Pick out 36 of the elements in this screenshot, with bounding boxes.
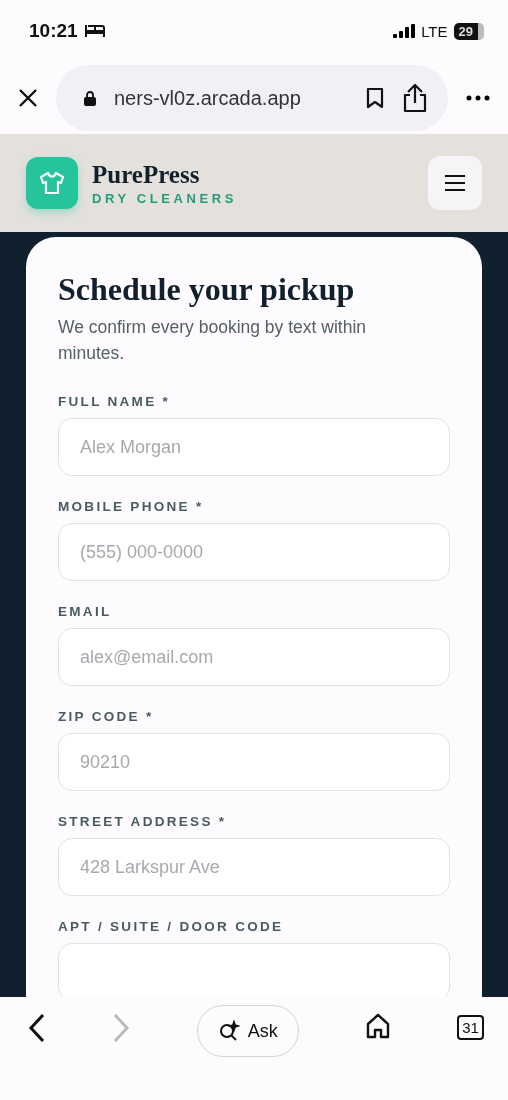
tabs-button[interactable]: 31 bbox=[457, 1015, 484, 1040]
battery-indicator: 29 bbox=[453, 22, 484, 40]
menu-button[interactable] bbox=[428, 156, 482, 210]
field-label: ZIP CODE * bbox=[58, 709, 155, 724]
field-label: STREET ADDRESS * bbox=[58, 814, 228, 829]
close-icon[interactable] bbox=[18, 88, 38, 108]
home-icon[interactable] bbox=[364, 1013, 391, 1039]
field-label: APT / SUITE / DOOR CODE bbox=[58, 919, 285, 934]
brand-name: PurePress bbox=[92, 160, 201, 189]
status-time: 10:21 bbox=[29, 20, 78, 42]
field-label: MOBILE PHONE * bbox=[58, 499, 205, 514]
url-text: ners-vl0z.arcada.app bbox=[114, 86, 302, 110]
share-icon[interactable] bbox=[402, 83, 428, 113]
form-title: Schedule your pickup bbox=[58, 271, 356, 308]
input-field[interactable]: (555) 000-0000 bbox=[58, 523, 450, 581]
input-field[interactable] bbox=[58, 943, 450, 997]
brand-tagline: DRY CLEANERS bbox=[92, 190, 239, 206]
input-field[interactable]: alex@email.com bbox=[58, 628, 450, 686]
bookmark-icon[interactable] bbox=[366, 87, 384, 109]
shirt-icon bbox=[26, 157, 78, 209]
menu-icon bbox=[445, 175, 465, 191]
sparkle-search-icon bbox=[217, 1020, 240, 1042]
field-label: FULL NAME * bbox=[58, 394, 172, 409]
lock-icon bbox=[84, 90, 96, 106]
input-field[interactable]: 90210 bbox=[58, 733, 450, 791]
more-icon[interactable] bbox=[466, 95, 490, 101]
bed-icon bbox=[83, 25, 106, 37]
address-bar[interactable]: ners-vl0z.arcada.app bbox=[56, 65, 448, 131]
input-field[interactable]: 428 Larkspur Ave bbox=[58, 838, 450, 896]
signal-icon bbox=[393, 24, 416, 38]
form-subtitle: We confirm every booking by text within minutes. bbox=[58, 316, 367, 365]
network-label: LTE bbox=[421, 22, 448, 40]
back-icon[interactable] bbox=[28, 1013, 46, 1043]
input-field[interactable]: Alex Morgan bbox=[58, 418, 450, 476]
field-label: EMAIL bbox=[58, 604, 113, 619]
ask-button[interactable]: Ask bbox=[196, 1005, 299, 1057]
